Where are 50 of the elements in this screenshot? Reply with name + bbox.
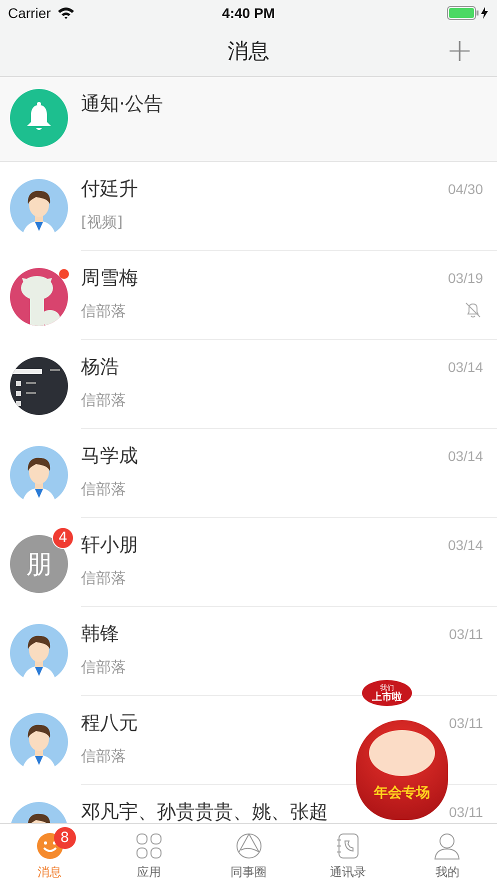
contact-name: 周雪梅 — [81, 266, 138, 291]
contact-name: 付廷升 — [81, 177, 138, 202]
conversation-row[interactable]: 周雪梅 03/19 信部落 — [0, 251, 497, 340]
carrier-label: Carrier — [8, 4, 51, 20]
contact-name: 轩小朋 — [81, 533, 138, 558]
message-date: 03/11 — [449, 626, 483, 642]
bell-icon — [10, 89, 68, 147]
user-icon — [433, 832, 462, 860]
contact-name: 邓凡宇、孙贵贵贵、姚、张超 — [81, 800, 328, 823]
avatar-icon — [10, 446, 68, 504]
unread-count: 4 — [52, 527, 74, 549]
contact-name: 韩锋 — [81, 622, 119, 647]
contact-name: 马学成 — [81, 444, 138, 469]
message-preview: 信部落 — [81, 480, 126, 498]
conversation-row[interactable]: 朋 4 轩小朋 03/14 信部落 — [0, 518, 497, 607]
conversation-row[interactable]: 付廷升 04/30 [视频] — [0, 162, 497, 251]
tab-item[interactable]: 我的 — [398, 824, 497, 883]
aperture-icon — [234, 832, 263, 860]
message-date: 03/11 — [449, 715, 483, 731]
mascot-drawing[interactable]: 年会专场 — [356, 720, 448, 820]
wifi-icon — [56, 6, 75, 19]
message-date: 03/19 — [448, 270, 483, 286]
notice-title: 通知·公告 — [81, 92, 164, 117]
tab-item[interactable]: 同事圈 — [198, 824, 298, 883]
message-date: 03/11 — [449, 804, 483, 820]
contact-name: 杨浩 — [81, 355, 119, 380]
clock-time: 4:40 PM — [222, 4, 275, 20]
message-date: 04/30 — [448, 181, 483, 197]
conversation-row[interactable]: 马学成 03/14 信部落 — [0, 429, 497, 518]
page-title: 消息 — [228, 38, 270, 64]
message-preview: 信部落 — [81, 568, 126, 588]
message-date: 03/14 — [448, 537, 483, 553]
message-preview: 信部落 — [81, 302, 126, 320]
tab-item[interactable]: 通讯录 — [298, 824, 398, 883]
unread-count: 8 — [54, 827, 76, 849]
message-preview: 信部落 — [81, 658, 126, 676]
message-date: 03/14 — [448, 448, 483, 464]
message-preview: 信部落 — [81, 746, 126, 766]
conversation-row[interactable]: 杨浩 03/14 信部落 — [0, 340, 497, 429]
message-date: 03/14 — [448, 359, 483, 375]
avatar-icon — [10, 179, 68, 237]
notice-row[interactable]: 通知·公告 — [0, 77, 497, 162]
contact-name: 程八元 — [81, 711, 138, 736]
grid-icon — [135, 832, 164, 860]
message-preview: [视频] — [81, 212, 123, 232]
tab-item[interactable]: 应用 — [99, 824, 199, 883]
avatar-icon — [10, 713, 68, 771]
message-preview: 信部落 — [81, 390, 126, 410]
avatar-icon — [10, 624, 68, 682]
tab-item[interactable]: 消息 8 — [0, 824, 100, 883]
